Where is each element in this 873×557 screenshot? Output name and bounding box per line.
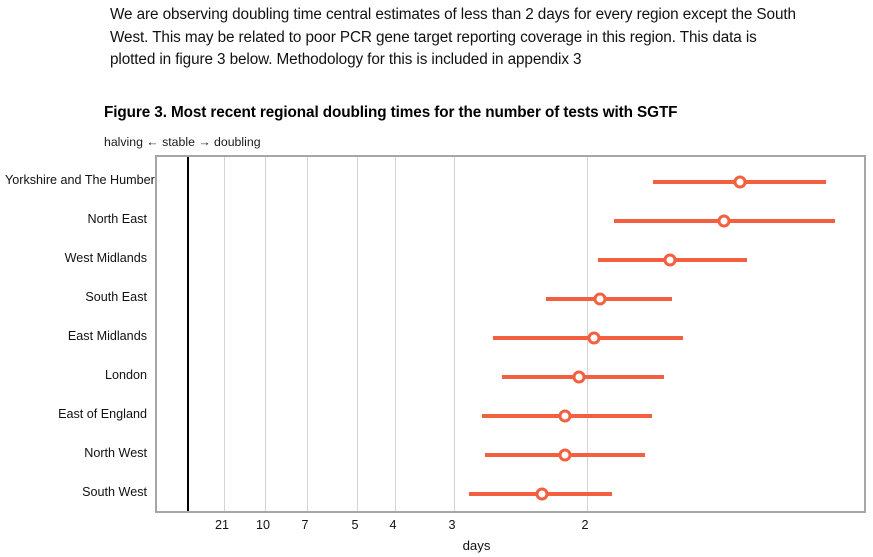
x-axis-title-label: days (462, 538, 491, 553)
x-axis-title: days (0, 538, 873, 553)
x-tick-label-5: 5 (351, 518, 359, 532)
gridline-7-days (307, 157, 308, 511)
x-tick-label-10: 10 (255, 518, 271, 532)
gridline-3-days (454, 157, 455, 511)
plot-frame (155, 155, 866, 513)
y-axis-region-labels: Yorkshire and The Humber North East West M… (0, 0, 155, 557)
x-tick-label-3: 3 (448, 518, 456, 532)
x-tick-label-2: 2 (581, 518, 589, 532)
y-axis-label-south-west: South West (82, 485, 147, 499)
y-axis-label-east-of-england: East of England (58, 407, 147, 421)
central-estimate-marker (558, 448, 572, 462)
confidence-interval-bar (546, 297, 672, 301)
stable-reference-line (187, 157, 189, 511)
gridline-4-days (395, 157, 396, 511)
y-axis-label-west-midlands: West Midlands (64, 251, 147, 265)
y-axis-label-north-east: North East (87, 212, 148, 226)
x-tick-label-4: 4 (389, 518, 397, 532)
y-axis-label-london: London (104, 368, 147, 382)
gridline-5-days (357, 157, 358, 511)
central-estimate-marker (558, 409, 572, 423)
central-estimate-marker (587, 331, 601, 345)
x-tick-label-21: 21 (214, 518, 230, 532)
y-axis-label-yorkshire-and-the-humber: Yorkshire and The Humber (5, 173, 155, 187)
central-estimate-marker (663, 253, 677, 267)
central-estimate-marker (535, 487, 549, 501)
forest-plot-chart: Yorkshire and The Humber North East West M… (0, 0, 873, 557)
gridline-21-days (224, 157, 225, 511)
gridline-10-days (265, 157, 266, 511)
y-axis-label-south-east: South East (85, 290, 147, 304)
x-tick-label-7: 7 (301, 518, 309, 532)
central-estimate-marker (733, 175, 747, 189)
central-estimate-marker (717, 214, 731, 228)
y-axis-label-north-west: North West (84, 446, 147, 460)
y-axis-label-east-midlands: East Midlands (67, 329, 147, 343)
central-estimate-marker (572, 370, 586, 384)
central-estimate-marker (593, 292, 607, 306)
